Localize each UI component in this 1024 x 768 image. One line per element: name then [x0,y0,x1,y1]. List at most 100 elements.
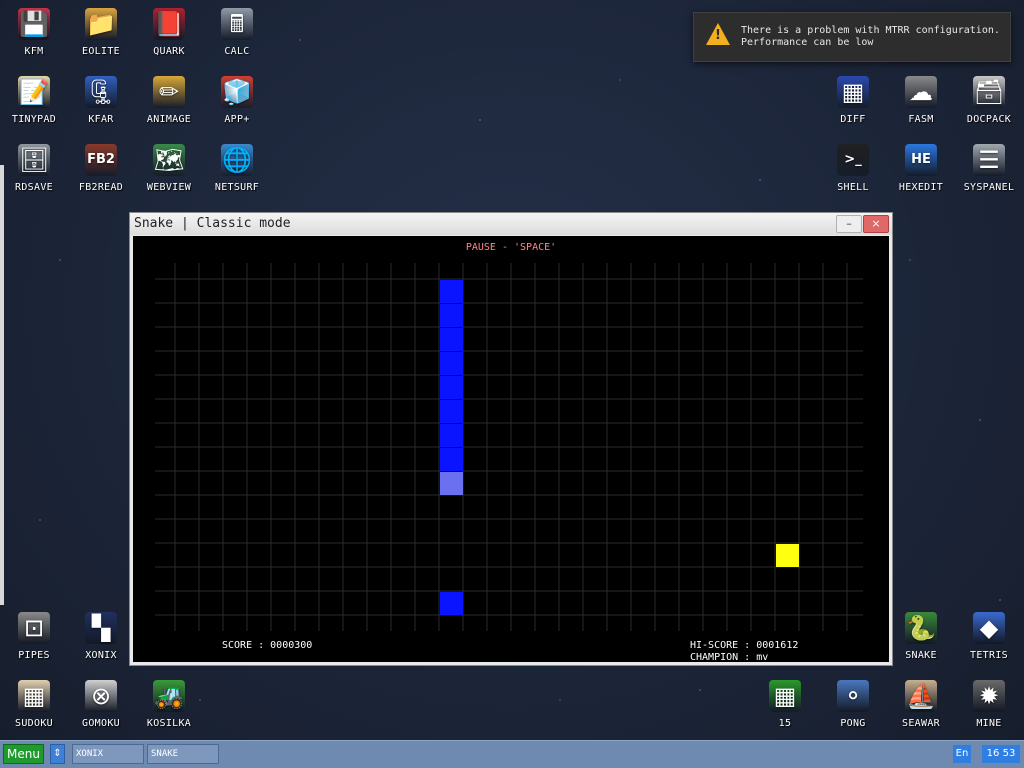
game-area[interactable]: PAUSE - 'SPACE' SCORE : 0000300 HI-SCORE… [133,236,889,663]
desktop-icon-label: SYSPANEL [963,182,1015,193]
window-titlebar[interactable]: Snake | Classic mode – × [130,213,892,235]
taskbar: Menu ⇕ XONIX SNAKE En 16 53 [0,740,1024,768]
ramdisk-save-icon: 🗄 [18,144,50,176]
book-icon: 📕 [153,8,185,40]
desktop-icon-label: DOCPACK [966,114,1012,125]
taskbar-item-snake[interactable]: SNAKE [147,744,219,764]
folder-icon: 📁 [85,8,117,40]
sliders-icon: ☰ [973,144,1005,176]
pipes-icon: ⊡ [18,612,50,644]
desktop-icon-pong[interactable]: ⚬ PONG [819,674,887,736]
snake-body-segment [440,400,463,423]
desktop-icon-label: HEXEDIT [898,182,944,193]
terminal-icon: >_ [837,144,869,176]
desktop-icon-label: DIFF [840,114,866,125]
snake-playfield[interactable] [153,261,863,636]
snake-window[interactable]: Snake | Classic mode – × PAUSE - 'SPACE'… [129,212,893,666]
seawar-icon: ⛵ [905,680,937,712]
desktop-icon-animage[interactable]: ✏ ANIMAGE [135,70,203,132]
pong-icon: ⚬ [837,680,869,712]
snake-head [440,472,463,495]
desktop-icon-kfar[interactable]: 🗜 KFAR [67,70,135,132]
desktop-icon-15[interactable]: ▦ 15 [751,674,819,736]
desktop-icon-eolite[interactable]: 📁 EOLITE [67,2,135,64]
desktop-icon-label: WEBVIEW [146,182,192,193]
desktop-icon-label: KOSILKA [146,718,192,729]
desktop-icon-calc[interactable]: 🖩 CALC [203,2,271,64]
desktop-icon-kfm[interactable]: 💾 KFM [0,2,68,64]
desktop-icon-tinypad[interactable]: 📝 TINYPAD [0,70,68,132]
desktop-icon-fb2read[interactable]: FB2 FB2READ [67,138,135,200]
desktop-icon-tetris[interactable]: ◆ TETRIS [955,606,1023,668]
desktop-icon-rdsave[interactable]: 🗄 RDSAVE [0,138,68,200]
menu-button[interactable]: Menu [3,744,44,764]
xonix-icon: ▚ [85,612,117,644]
taskbar-item-xonix[interactable]: XONIX [72,744,144,764]
champion-display: CHAMPION : mv [690,652,769,663]
fasm-icon: ☁ [905,76,937,108]
desktop-icon-label: XONIX [85,650,117,661]
desktop-icon-label: SNAKE [905,650,937,661]
language-indicator[interactable]: En [953,745,971,763]
left-edge-panel [0,165,4,605]
calculator-icon: 🖩 [221,8,253,40]
fb2-book-icon: FB2 [85,144,117,176]
desktop-icon-label: SEAWAR [902,718,940,729]
desktop-icon-fasm[interactable]: ☁ FASM [887,70,955,132]
desktop-icon-sudoku[interactable]: ▦ SUDOKU [0,674,68,736]
desktop-icon-label: SUDOKU [15,718,53,729]
task-switch-arrows-icon[interactable]: ⇕ [50,744,65,764]
desktop-icon-xonix[interactable]: ▚ XONIX [67,606,135,668]
clock[interactable]: 16 53 [982,745,1020,763]
desktop-icon-app-[interactable]: 🧊 APP+ [203,70,271,132]
desktop-icon-label: KFAR [88,114,114,125]
diff-icon: ▦ [837,76,869,108]
fifteen-puzzle-icon: ▦ [769,680,801,712]
desktop-icon-snake[interactable]: 🐍 SNAKE [887,606,955,668]
snake-body-segment [440,424,463,447]
cabinet-icon: 🗃 [973,76,1005,108]
mine-icon: ✹ [973,680,1005,712]
desktop-icon-netsurf[interactable]: 🌐 NETSURF [203,138,271,200]
desktop-icon-label: CALC [224,46,250,57]
desktop-icon-diff[interactable]: ▦ DIFF [819,70,887,132]
desktop-icon-shell[interactable]: >_ SHELL [819,138,887,200]
hexedit-icon: HE [905,144,937,176]
archive-icon: 🗜 [85,76,117,108]
desktop-icon-quark[interactable]: 📕 QUARK [135,2,203,64]
desktop-icon-label: EOLITE [82,46,120,57]
desktop-icon-label: GOMOKU [82,718,120,729]
desktop-icon-label: PIPES [18,650,50,661]
desktop-icon-webview[interactable]: 🗺 WEBVIEW [135,138,203,200]
desktop-icon-label: KFM [24,46,44,57]
desktop-icon-mine[interactable]: ✹ MINE [955,674,1023,736]
tetris-icon: ◆ [973,612,1005,644]
snake-body-segment [440,328,463,351]
snake-icon: 🐍 [905,612,937,644]
desktop-icon-pipes[interactable]: ⊡ PIPES [0,606,68,668]
desktop-icon-kosilka[interactable]: 🚜 KOSILKA [135,674,203,736]
snake-tail-segment [440,592,463,615]
desktop-icon-label: MINE [976,718,1002,729]
lawnmower-icon: 🚜 [153,680,185,712]
desktop-icon-hexedit[interactable]: HE HEXEDIT [887,138,955,200]
desktop-icon-gomoku[interactable]: ⊗ GOMOKU [67,674,135,736]
desktop-icon-label: FASM [908,114,934,125]
close-button[interactable]: × [863,215,889,233]
desktop-icon-label: PONG [840,718,866,729]
desktop-icon-label: RDSAVE [15,182,53,193]
notification-line-1: There is a problem with MTRR configurati… [741,25,1000,36]
gomoku-icon: ⊗ [85,680,117,712]
desktop-icon-syspanel[interactable]: ☰ SYSPANEL [955,138,1023,200]
globe-icon: 🌐 [221,144,253,176]
sudoku-icon: ▦ [18,680,50,712]
desktop-icon-seawar[interactable]: ⛵ SEAWAR [887,674,955,736]
minimize-button[interactable]: – [836,215,862,233]
window-title: Snake | Classic mode [134,216,291,231]
desktop-icon-label: TINYPAD [11,114,57,125]
desktop-icon-docpack[interactable]: 🗃 DOCPACK [955,70,1023,132]
desktop-icon-label: QUARK [153,46,185,57]
mtrr-notification[interactable]: ! There is a problem with MTRR configura… [693,12,1011,62]
notification-message: There is a problem with MTRR configurati… [741,25,1000,49]
score-display: SCORE : 0000300 [222,640,313,651]
